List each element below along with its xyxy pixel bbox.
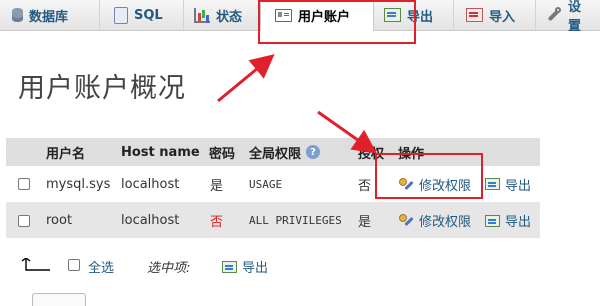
- cell-password: 否: [210, 215, 224, 230]
- export-label: 导出: [505, 215, 532, 230]
- tab-sql[interactable]: SQL: [100, 0, 184, 30]
- arrow-up-icon: [21, 258, 50, 271]
- export-icon: [222, 260, 237, 273]
- column-header-privileges: 全局权限 ?: [249, 138, 321, 166]
- edit-privileges-label: 修改权限: [419, 215, 472, 230]
- page-title: 用户账户概况: [18, 73, 186, 104]
- column-header-username[interactable]: 用户名: [46, 138, 85, 166]
- highlight-box-user-accounts-tab: [258, 0, 416, 44]
- export-label: 导出: [505, 178, 532, 194]
- wrench-icon: [546, 7, 562, 23]
- checkbox-box[interactable]: [18, 214, 30, 227]
- edit-privileges-icon: [398, 213, 414, 228]
- row-checkbox[interactable]: [18, 203, 30, 238]
- cell-host: localhost: [121, 213, 180, 228]
- cell-password: 是: [210, 178, 224, 194]
- add-user-button-partial[interactable]: [32, 293, 86, 306]
- tab-databases[interactable]: 数据库: [0, 0, 100, 30]
- checkbox-box[interactable]: [18, 178, 30, 190]
- with-selected-label: 选中项:: [147, 261, 191, 276]
- tab-settings[interactable]: 设置: [536, 0, 600, 34]
- help-icon[interactable]: ?: [306, 145, 321, 159]
- tab-label: 数据库: [29, 9, 69, 25]
- arrow-to-user-accounts-tab: [217, 54, 275, 103]
- cell-privileges: USAGE: [249, 177, 283, 191]
- sql-icon: [114, 6, 128, 24]
- cell-grant: 否: [358, 178, 372, 194]
- database-icon: [12, 8, 23, 22]
- row-checkbox[interactable]: [18, 166, 30, 202]
- select-all-checkbox[interactable]: [68, 259, 80, 271]
- column-header-privileges-label: 全局权限: [249, 146, 302, 162]
- tab-label: SQL: [134, 7, 163, 23]
- tab-label: 状态: [216, 9, 243, 25]
- tab-status[interactable]: 状态: [184, 0, 260, 30]
- column-header-host[interactable]: Host name: [121, 138, 200, 166]
- column-header-password[interactable]: 密码: [209, 138, 235, 166]
- table-row: root localhost 否 ALL PRIVILEGES 是 修改权限 导…: [6, 203, 540, 238]
- edit-privileges-link[interactable]: 修改权限: [398, 203, 471, 238]
- tab-import[interactable]: 导入: [454, 0, 536, 30]
- cell-privileges: ALL PRIVILEGES: [249, 214, 342, 227]
- cell-host: localhost: [121, 176, 180, 192]
- tab-label: 设置: [568, 0, 582, 34]
- cell-grant: 是: [358, 215, 372, 230]
- bulk-actions-bar: 全选 选中项: 导出: [0, 248, 600, 282]
- select-all-label[interactable]: 全选: [88, 257, 114, 276]
- cell-username: mysql.sys: [46, 176, 111, 192]
- export-user-link[interactable]: 导出: [485, 166, 531, 202]
- export-user-link[interactable]: 导出: [485, 203, 531, 238]
- export-selected-button[interactable]: 导出: [222, 257, 268, 276]
- export-selected-label: 导出: [242, 261, 269, 276]
- highlight-box-edit-privileges: [375, 153, 483, 199]
- export-icon: [485, 214, 500, 227]
- tab-label: 导入: [489, 9, 516, 25]
- cell-username: root: [46, 213, 73, 228]
- status-icon: [194, 7, 210, 23]
- export-icon: [485, 178, 500, 190]
- import-icon: [466, 8, 483, 22]
